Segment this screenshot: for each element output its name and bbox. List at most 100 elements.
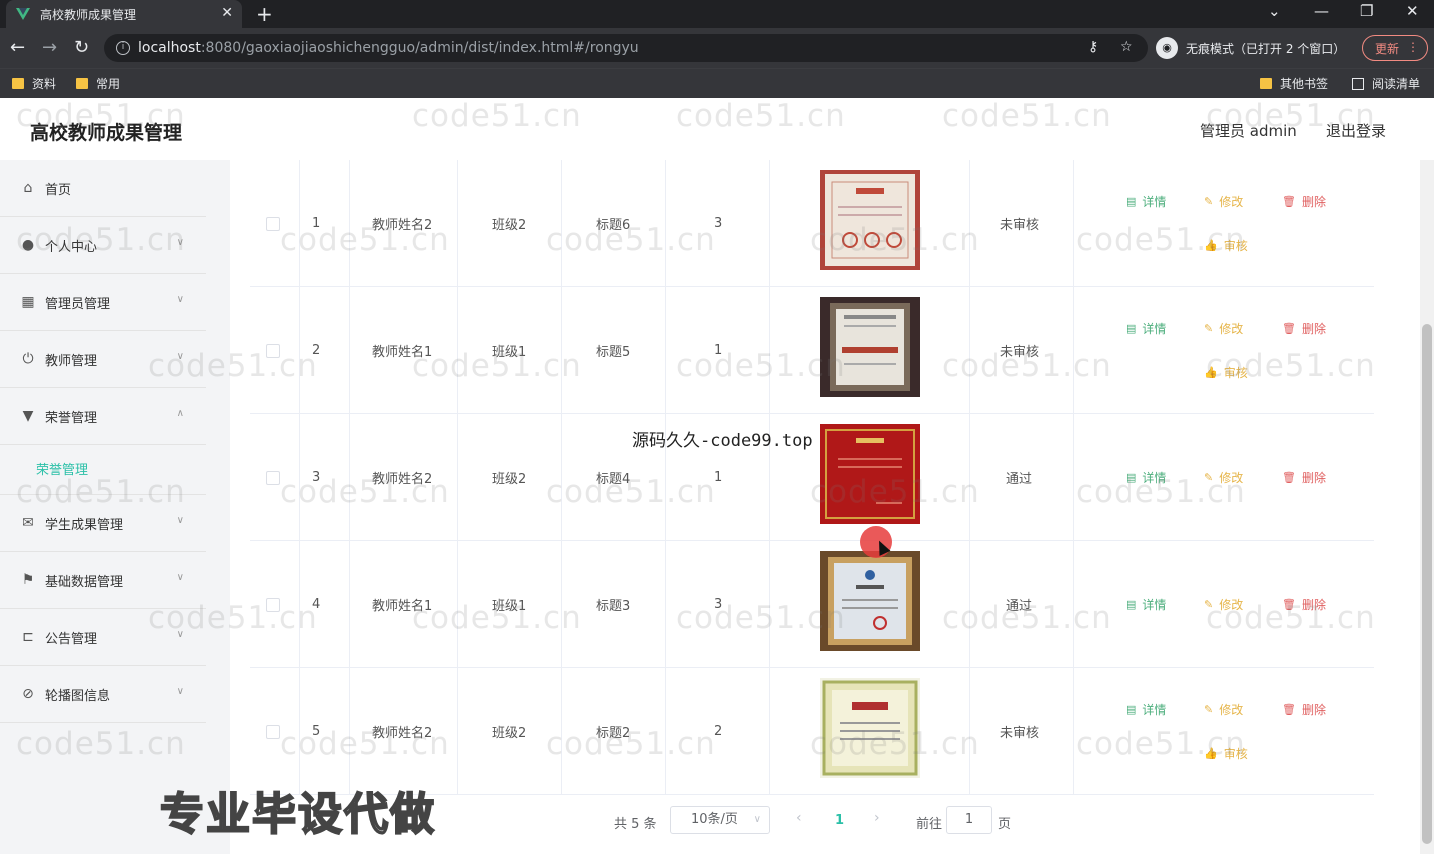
select-cell (250, 287, 300, 414)
audit-button[interactable]: 👍 审核 (1204, 745, 1248, 762)
count-cell: 2 (666, 668, 770, 795)
bookmark-folder[interactable]: 资料 (12, 75, 56, 92)
delete-button[interactable]: 🗑 删除 (1282, 193, 1326, 210)
actions-cell: ▤ 详情 ✎ 修改 🗑 删除 👍 审核 (1074, 668, 1374, 795)
info-icon[interactable]: i (116, 41, 130, 55)
scrollbar[interactable] (1420, 160, 1434, 854)
edit-button[interactable]: ✎ 修改 (1204, 193, 1243, 210)
key-icon[interactable]: ⚷ (1088, 39, 1098, 55)
row-checkbox[interactable] (266, 725, 280, 739)
back-icon[interactable]: ← (10, 37, 25, 58)
url-host: localhost (138, 40, 201, 56)
detail-label: 详情 (1142, 598, 1167, 612)
tab-search-icon[interactable]: ⌄ (1268, 2, 1281, 20)
sidebar-item-base-data[interactable]: ⚑ 基础数据管理 ∨ (0, 552, 206, 609)
sidebar-item-profile[interactable]: ● 个人中心 ∨ (0, 217, 206, 274)
audit-button[interactable]: 👍 审核 (1204, 364, 1248, 381)
edit-button[interactable]: ✎ 修改 (1204, 596, 1243, 613)
folder-icon (1260, 78, 1272, 89)
title-cell: 标题6 (562, 160, 666, 287)
new-tab-icon[interactable]: + (256, 2, 273, 26)
edit-button[interactable]: ✎ 修改 (1204, 701, 1243, 718)
reading-list[interactable]: 阅读清单 (1352, 75, 1420, 92)
source-overlay-text: 源码久久-code99.top (632, 431, 813, 451)
next-page-icon[interactable]: › (874, 810, 880, 826)
chevron-down-icon: ∨ (753, 814, 761, 825)
audit-button[interactable]: 👍 审核 (1204, 237, 1248, 254)
sidebar-item-student-results[interactable]: ✉ 学生成果管理 ∨ (0, 495, 206, 552)
detail-button[interactable]: ▤ 详情 (1126, 701, 1166, 718)
certificate-thumbnail[interactable] (820, 551, 920, 651)
detail-button[interactable]: ▤ 详情 (1126, 320, 1166, 337)
sidebar-subitem-honors[interactable]: 荣誉管理 (0, 445, 206, 495)
detail-button[interactable]: ▤ 详情 (1126, 596, 1166, 613)
sidebar-item-honors[interactable]: ▼ 荣誉管理 ∧ (0, 388, 206, 445)
sidebar-item-label: 公告管理 (45, 631, 98, 647)
sidebar-item-label: 管理员管理 (45, 296, 111, 312)
count-cell: 3 (666, 160, 770, 287)
page-size-select[interactable]: 10条/页 ∨ (670, 806, 770, 834)
delete-button[interactable]: 🗑 删除 (1282, 701, 1326, 718)
actions-cell: ▤ 详情 ✎ 修改 🗑 删除 (1074, 414, 1374, 541)
app-brand: 高校教师成果管理 (30, 122, 183, 144)
delete-label: 删除 (1301, 598, 1326, 612)
incognito-label: 无痕模式（已打开 2 个窗口） (1186, 41, 1346, 56)
delete-button[interactable]: 🗑 删除 (1282, 469, 1326, 486)
total-count: 共 5 条 (614, 817, 657, 832)
current-page[interactable]: 1 (835, 813, 844, 828)
star-icon[interactable]: ☆ (1120, 39, 1133, 55)
bookmark-folder[interactable]: 常用 (76, 75, 120, 92)
restore-icon[interactable]: ❐ (1360, 2, 1373, 20)
select-cell (250, 541, 300, 668)
chevron-up-icon: ∧ (176, 408, 184, 419)
detail-label: 详情 (1142, 703, 1167, 717)
certificate-thumbnail[interactable] (820, 297, 920, 397)
sidebar-item-admins[interactable]: ▦ 管理员管理 ∨ (0, 274, 206, 331)
other-bookmarks[interactable]: 其他书签 (1260, 75, 1328, 92)
row-checkbox[interactable] (266, 471, 280, 485)
sidebar-item-notices[interactable]: ⊏ 公告管理 ∨ (0, 609, 206, 666)
goto-page-input[interactable]: 1 (946, 806, 992, 834)
sidebar-item-home[interactable]: ⌂ 首页 (0, 160, 206, 217)
grid-icon: ▦ (21, 294, 35, 310)
forward-icon[interactable]: → (42, 37, 57, 58)
edit-button[interactable]: ✎ 修改 (1204, 320, 1243, 337)
browser-tab[interactable]: 高校教师成果管理 ✕ (6, 0, 242, 28)
sidebar-item-label: 基础数据管理 (45, 574, 124, 590)
detail-button[interactable]: ▤ 详情 (1126, 193, 1166, 210)
row-checkbox[interactable] (266, 344, 280, 358)
update-button[interactable]: 更新 ⋮ (1362, 35, 1428, 61)
row-checkbox[interactable] (266, 217, 280, 231)
incognito-indicator[interactable]: ◉ 无痕模式（已打开 2 个窗口） (1156, 34, 1345, 62)
index-cell: 3 (300, 414, 350, 541)
window-close-icon[interactable]: ✕ (1406, 2, 1419, 20)
sidebar-item-teachers[interactable]: ⏻ 教师管理 ∨ (0, 331, 206, 388)
actions-cell: ▤ 详情 ✎ 修改 🗑 删除 👍 审核 (1074, 160, 1374, 287)
pencil-icon: ✎ (1204, 471, 1214, 484)
current-user: 管理员 admin (1200, 122, 1297, 140)
prev-page-icon[interactable]: ‹ (796, 810, 802, 826)
scrollbar-thumb[interactable] (1422, 324, 1432, 844)
class-cell: 班级2 (458, 668, 562, 795)
certificate-thumbnail[interactable] (820, 170, 920, 270)
certificate-thumbnail[interactable] (820, 424, 920, 524)
reload-icon[interactable]: ↻ (74, 37, 89, 58)
trash-icon: 🗑 (1282, 195, 1296, 208)
row-checkbox[interactable] (266, 598, 280, 612)
detail-button[interactable]: ▤ 详情 (1126, 469, 1166, 486)
close-tab-icon[interactable]: ✕ (221, 5, 233, 21)
thumb-up-icon: 👍 (1204, 747, 1218, 760)
url-input[interactable]: i localhost:8080/gaoxiaojiaoshichengguo/… (104, 34, 1148, 62)
edit-button[interactable]: ✎ 修改 (1204, 469, 1243, 486)
certificate-thumbnail[interactable] (820, 678, 920, 778)
chevron-down-icon: ∨ (176, 629, 184, 640)
more-icon[interactable]: ⋮ (1407, 40, 1419, 54)
logout-link[interactable]: 退出登录 (1326, 120, 1386, 141)
sidebar-item-carousel[interactable]: ⊘ 轮播图信息 ∨ (0, 666, 206, 723)
bell-off-icon: ⊘ (22, 686, 34, 702)
delete-button[interactable]: 🗑 删除 (1282, 320, 1326, 337)
audit-label: 审核 (1223, 747, 1248, 761)
delete-button[interactable]: 🗑 删除 (1282, 596, 1326, 613)
delete-label: 删除 (1301, 195, 1326, 209)
minimize-icon[interactable]: — (1314, 2, 1329, 20)
